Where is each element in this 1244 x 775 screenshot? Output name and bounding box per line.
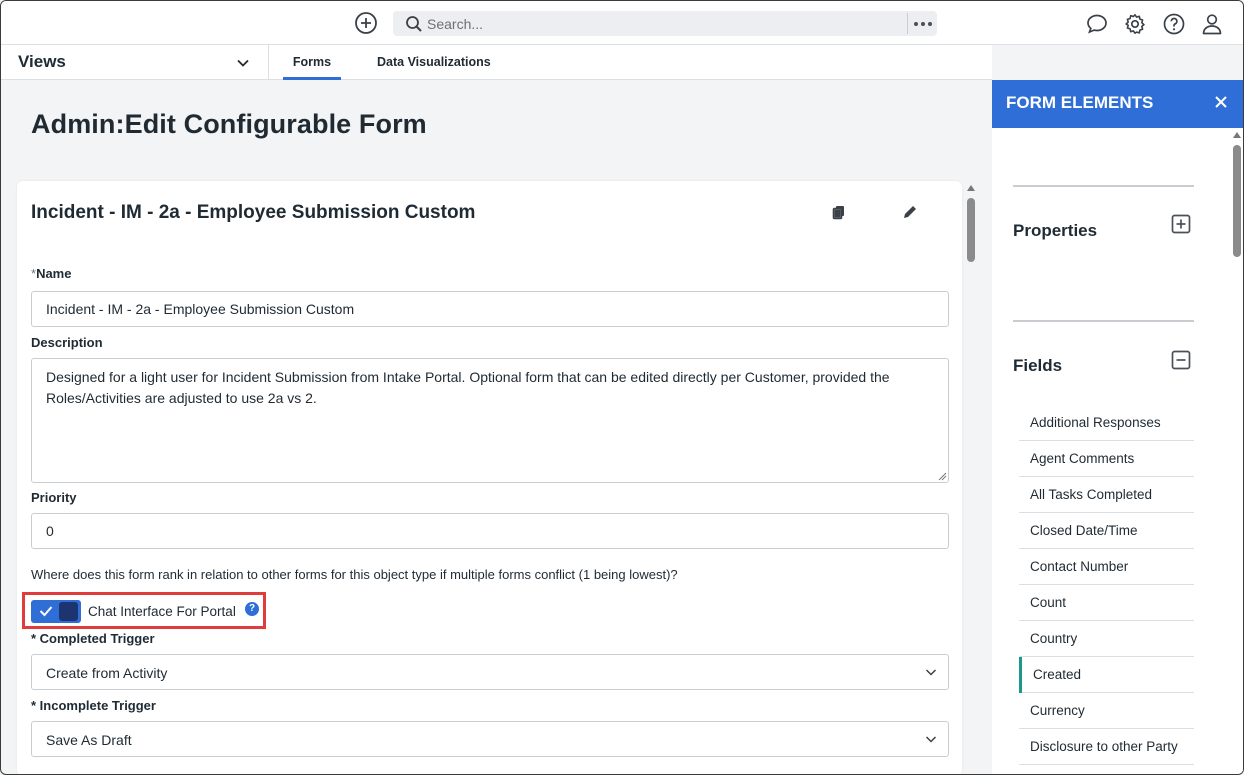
field-item-additional-responses[interactable]: Additional Responses bbox=[1019, 405, 1194, 441]
scroll-up-arrow[interactable] bbox=[967, 185, 975, 191]
incomplete-trigger-label: * Incomplete Trigger bbox=[31, 698, 156, 713]
top-bar bbox=[1, 1, 1243, 45]
divider bbox=[1013, 320, 1194, 322]
panel-scrollbar-thumb[interactable] bbox=[1233, 145, 1241, 257]
page-title-main: Edit Configurable Form bbox=[124, 109, 427, 139]
tab-data-visualizations[interactable]: Data Visualizations bbox=[377, 45, 491, 79]
priority-field[interactable] bbox=[31, 513, 949, 549]
name-label: *Name bbox=[31, 266, 71, 281]
help-icon[interactable] bbox=[1162, 12, 1186, 36]
fields-section-title: Fields bbox=[1013, 356, 1063, 375]
field-item-contact-number[interactable]: Contact Number bbox=[1019, 549, 1194, 585]
field-item-all-tasks-completed[interactable]: All Tasks Completed bbox=[1019, 477, 1194, 513]
field-item-label: Additional Responses bbox=[1030, 415, 1161, 430]
panel-header: FORM ELEMENTS bbox=[992, 80, 1243, 128]
more-icon[interactable] bbox=[907, 13, 937, 34]
info-icon[interactable]: ? bbox=[245, 602, 259, 616]
field-item-label: Created bbox=[1033, 667, 1082, 682]
tab-forms-label: Forms bbox=[292, 55, 332, 69]
pencil-icon[interactable] bbox=[901, 203, 919, 221]
tab-forms[interactable]: Forms bbox=[283, 45, 341, 80]
field-item-country[interactable]: Country bbox=[1019, 621, 1194, 657]
views-bar: Views Forms Data Visualizations bbox=[1, 45, 992, 80]
copy-icon[interactable] bbox=[830, 203, 848, 221]
incomplete-trigger-select[interactable]: Save As Draft bbox=[31, 721, 949, 757]
collapse-icon[interactable] bbox=[1171, 350, 1191, 370]
views-dropdown[interactable]: Views bbox=[1, 45, 269, 79]
resize-grip-icon[interactable] bbox=[938, 472, 947, 481]
field-item-label: Contact Number bbox=[1030, 559, 1129, 574]
field-item-label: Disclosure to other Party bbox=[1030, 739, 1178, 754]
chevron-down-icon bbox=[237, 59, 249, 67]
chat-icon[interactable] bbox=[1085, 12, 1109, 36]
field-item-label: Count bbox=[1030, 595, 1067, 610]
description-field[interactable]: Designed for a light user for Incident S… bbox=[31, 358, 949, 483]
description-label: Description bbox=[31, 335, 103, 350]
name-label-text: Name bbox=[36, 266, 72, 281]
field-item-currency[interactable]: Currency bbox=[1019, 693, 1194, 729]
search-input[interactable] bbox=[427, 13, 897, 34]
field-item-label: All Tasks Completed bbox=[1030, 487, 1153, 502]
field-item-count[interactable]: Count bbox=[1019, 585, 1194, 621]
priority-label: Priority bbox=[31, 490, 77, 505]
completed-trigger-value: Create from Activity bbox=[46, 665, 168, 681]
completed-trigger-select[interactable]: Create from Activity bbox=[31, 654, 949, 690]
add-circle-icon[interactable] bbox=[353, 10, 379, 36]
close-icon[interactable] bbox=[1214, 95, 1228, 109]
name-field[interactable] bbox=[31, 291, 949, 327]
properties-section-title: Properties bbox=[1013, 221, 1098, 240]
search-icon bbox=[406, 16, 422, 32]
tab-data-visualizations-label: Data Visualizations bbox=[377, 55, 491, 69]
app-window: Views Forms Data Visualizations Admin:Ed… bbox=[0, 0, 1244, 775]
incomplete-trigger-value: Save As Draft bbox=[46, 732, 132, 748]
page-title-separator: : bbox=[115, 109, 125, 139]
panel-scroll-up-arrow[interactable] bbox=[1233, 132, 1241, 138]
field-item-label: Agent Comments bbox=[1030, 451, 1135, 466]
toggle-knob bbox=[59, 602, 78, 621]
form-card-title: Incident - IM - 2a - Employee Submission… bbox=[31, 202, 476, 223]
field-item-label: Closed Date/Time bbox=[1030, 523, 1138, 538]
page-title-prefix: Admin bbox=[31, 109, 116, 139]
check-icon bbox=[39, 606, 53, 617]
field-item-agent-comments[interactable]: Agent Comments bbox=[1019, 441, 1194, 477]
user-icon[interactable] bbox=[1200, 12, 1224, 36]
field-item-closed-date-time[interactable]: Closed Date/Time bbox=[1019, 513, 1194, 549]
field-item-label: Country bbox=[1030, 631, 1078, 646]
views-label: Views bbox=[18, 52, 66, 71]
chevron-down-icon bbox=[925, 736, 937, 743]
completed-trigger-label: * Completed Trigger bbox=[31, 631, 155, 646]
chat-interface-label: Chat Interface For Portal bbox=[88, 604, 236, 619]
page-title: Admin:Edit Configurable Form bbox=[31, 109, 427, 140]
panel-title: FORM ELEMENTS bbox=[1006, 93, 1154, 112]
scrollbar-thumb[interactable] bbox=[967, 198, 975, 262]
divider bbox=[1013, 185, 1194, 187]
search-bar[interactable] bbox=[393, 11, 937, 36]
chat-interface-toggle[interactable] bbox=[31, 600, 81, 623]
field-item-created[interactable]: Created bbox=[1019, 657, 1194, 693]
gear-icon[interactable] bbox=[1123, 12, 1147, 36]
chevron-down-icon bbox=[925, 669, 937, 676]
field-item-label: Currency bbox=[1030, 703, 1085, 718]
priority-help-text: Where does this form rank in relation to… bbox=[31, 567, 678, 582]
field-item-disclosure-to-other-party[interactable]: Disclosure to other Party bbox=[1019, 729, 1194, 765]
expand-icon[interactable] bbox=[1171, 214, 1191, 234]
